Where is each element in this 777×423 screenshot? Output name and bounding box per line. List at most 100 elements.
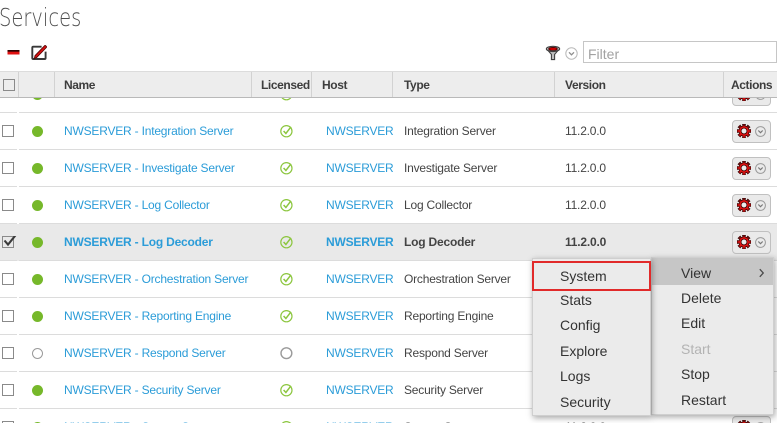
service-name-link[interactable]: NWSERVER - Log Decoder <box>64 235 213 249</box>
submenu-item-security[interactable]: Security <box>533 389 650 414</box>
service-row[interactable]: NWSERVER - Investigate ServerNWSERVERInv… <box>0 150 777 187</box>
service-name-link[interactable]: NWSERVER - Respond Server <box>64 346 226 360</box>
licensed-cell <box>252 124 312 138</box>
gear-icon <box>737 235 751 249</box>
service-version: 11.2.0.0 <box>555 161 724 175</box>
menu-item-stop[interactable]: Stop <box>652 362 773 387</box>
host-cell: NWSERVER <box>312 198 393 212</box>
delete-service-button[interactable] <box>7 50 20 56</box>
service-name-link[interactable]: NWSERVER - Reporting Engine <box>64 309 231 323</box>
view-submenu: SystemStatsConfigExploreLogsSecurity <box>532 258 651 416</box>
checkbox-icon <box>2 384 14 396</box>
service-host-link[interactable]: NWSERVER <box>326 309 394 323</box>
row-actions-button[interactable] <box>732 194 771 217</box>
service-status-dot <box>19 200 55 211</box>
service-host-link[interactable]: NWSERVER <box>326 161 394 175</box>
checkbox-icon <box>3 79 15 91</box>
row-actions-button[interactable] <box>732 231 771 254</box>
service-name-link[interactable]: NWSERVER - Log Collector <box>64 198 210 212</box>
row-checkbox[interactable] <box>0 273 19 285</box>
name-cell: NWSERVER - Log Decoder <box>55 235 252 249</box>
chevron-down-circle-icon <box>755 200 766 211</box>
chevron-down-circle-icon <box>755 237 766 248</box>
host-cell: NWSERVER <box>312 272 393 286</box>
checkmark-icon <box>3 236 17 247</box>
host-column-header[interactable]: Host <box>312 72 393 97</box>
submenu-item-stats[interactable]: Stats <box>533 287 650 312</box>
submenu-item-system[interactable]: System <box>533 262 650 287</box>
row-checkbox[interactable] <box>0 162 19 174</box>
menu-item-restart[interactable]: Restart <box>652 387 773 412</box>
licensed-column-header[interactable]: Licensed <box>252 72 312 97</box>
service-type: Integration Server <box>393 124 555 138</box>
checkbox-icon <box>2 310 14 322</box>
status-column-header[interactable] <box>19 72 55 97</box>
licensed-check-icon <box>280 272 294 286</box>
submenu-item-logs[interactable]: Logs <box>533 364 650 389</box>
row-checkbox[interactable] <box>0 98 19 100</box>
version-column-header[interactable]: Version <box>555 72 724 97</box>
service-host-link[interactable]: NWSERVER <box>326 383 394 397</box>
service-host-link[interactable]: NWSERVER <box>326 198 394 212</box>
service-row[interactable]: NWSERVER - Log DecoderNWSERVERLog Decode… <box>0 224 777 261</box>
row-actions-button[interactable] <box>732 98 771 106</box>
row-actions-button[interactable] <box>732 416 771 423</box>
service-status-dot <box>19 98 55 100</box>
filter-options-chevron[interactable] <box>565 47 578 60</box>
minus-icon <box>7 50 20 56</box>
service-name-link[interactable]: NWSERVER - Orchestration Server <box>64 272 248 286</box>
actions-cell <box>724 231 777 254</box>
service-version: 11.2.0.0 <box>555 198 724 212</box>
name-column-header[interactable]: Name <box>55 72 252 97</box>
checkbox-icon <box>2 236 14 248</box>
service-type: Reporting Engine <box>393 309 555 323</box>
service-host-link[interactable]: NWSERVER <box>326 235 394 249</box>
service-name-link[interactable]: NWSERVER - Security Server <box>64 383 221 397</box>
service-host-link[interactable]: NWSERVER <box>326 124 394 138</box>
submenu-item-explore[interactable]: Explore <box>533 338 650 363</box>
name-cell: NWSERVER - Integration Server <box>55 124 252 138</box>
submenu-item-config[interactable]: Config <box>533 313 650 338</box>
select-all-checkbox[interactable] <box>0 72 19 97</box>
type-column-header[interactable]: Type <box>393 72 555 97</box>
service-type: Orchestration Server <box>393 272 555 286</box>
gear-icon <box>737 124 751 138</box>
service-status-dot <box>19 237 55 248</box>
service-host-link[interactable]: NWSERVER <box>326 272 394 286</box>
host-cell: NWSERVER <box>312 124 393 138</box>
row-checkbox[interactable] <box>0 347 19 359</box>
licensed-cell <box>252 235 312 249</box>
checkbox-icon <box>2 125 14 137</box>
service-name-link[interactable]: NWSERVER - Investigate Server <box>64 161 235 175</box>
service-status-dot <box>19 274 55 285</box>
service-row[interactable]: NWSERVER - Log CollectorNWSERVERLog Coll… <box>0 187 777 224</box>
row-checkbox[interactable] <box>0 384 19 396</box>
row-checkbox[interactable] <box>0 199 19 211</box>
chevron-down-circle-icon <box>755 163 766 174</box>
menu-item-start[interactable]: Start <box>652 336 773 361</box>
service-row[interactable] <box>0 98 777 113</box>
service-status-dot <box>19 126 55 137</box>
row-checkbox[interactable] <box>0 236 19 248</box>
row-actions-button[interactable] <box>732 120 771 143</box>
menu-item-edit[interactable]: Edit <box>652 311 773 336</box>
service-host-link[interactable]: NWSERVER <box>326 346 394 360</box>
service-version: 11.2.0.0 <box>555 124 724 138</box>
menu-item-view[interactable]: View <box>652 260 773 285</box>
actions-cell <box>724 416 777 423</box>
filter-input[interactable] <box>583 41 777 63</box>
name-cell: NWSERVER - Reporting Engine <box>55 309 252 323</box>
menu-item-delete[interactable]: Delete <box>652 285 773 310</box>
actions-cell <box>724 157 777 180</box>
licensed-cell <box>252 161 312 175</box>
filter-funnel-icon[interactable] <box>545 45 561 61</box>
licensed-cell <box>252 309 312 323</box>
service-name-link[interactable]: NWSERVER - Integration Server <box>64 124 233 138</box>
row-checkbox[interactable] <box>0 310 19 322</box>
edit-service-button[interactable] <box>30 44 48 61</box>
name-cell: NWSERVER - Log Collector <box>55 198 252 212</box>
table-header: Name Licensed Host Type Version Actions <box>0 71 777 98</box>
service-row[interactable]: NWSERVER - Integration Server NWSERVERInt… <box>0 113 777 150</box>
row-checkbox[interactable] <box>0 125 19 137</box>
row-actions-button[interactable] <box>732 157 771 180</box>
